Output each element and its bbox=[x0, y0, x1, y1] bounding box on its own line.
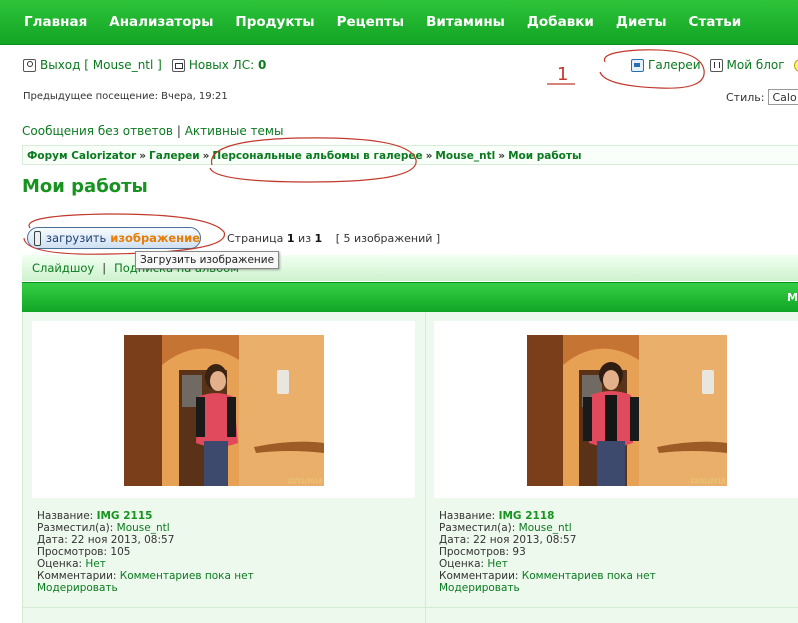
subbar-separator: | bbox=[102, 261, 107, 275]
blog-icon bbox=[709, 58, 723, 72]
style-label: Стиль: bbox=[726, 90, 765, 104]
private-messages-icon bbox=[171, 58, 185, 72]
pagination-of: из bbox=[298, 232, 312, 245]
moderate-link[interactable]: Модерировать bbox=[37, 582, 118, 594]
nav-analyzers[interactable]: Анализаторы bbox=[98, 14, 224, 30]
uploader-link[interactable]: Mouse_ntl bbox=[519, 522, 572, 534]
pagination-info: Страница 1 из 1 [ 5 изображений ] bbox=[227, 232, 440, 245]
slideshow-link[interactable]: Слайдшоу bbox=[32, 261, 94, 275]
logout-icon bbox=[23, 58, 36, 72]
image-name-link[interactable]: IMG 2115 bbox=[97, 510, 153, 522]
breadcrumb-user[interactable]: Mouse_ntl bbox=[435, 150, 495, 162]
extra-icon[interactable] bbox=[793, 58, 798, 72]
nav-articles[interactable]: Статьи bbox=[678, 14, 753, 30]
image-thumbnail[interactable]: 22/11/2013 bbox=[124, 335, 324, 486]
nav-supplements[interactable]: Добавки bbox=[516, 14, 605, 30]
unanswered-link[interactable]: Сообщения без ответов bbox=[22, 124, 173, 138]
new-pm-count[interactable]: 0 bbox=[258, 58, 266, 72]
album-header-bar: M bbox=[22, 282, 798, 313]
moderate-link[interactable]: Модерировать bbox=[439, 582, 520, 594]
thumbnail-frame: 22/11/2013 bbox=[434, 321, 798, 498]
nav-vitamins[interactable]: Витамины bbox=[415, 14, 516, 30]
image-date: 22 ноя 2013, 08:57 bbox=[473, 534, 577, 546]
pagination-current: 1 bbox=[286, 232, 295, 245]
pagination-total: 1 bbox=[314, 232, 323, 245]
quick-separator: | bbox=[176, 124, 181, 138]
breadcrumb-album[interactable]: Мои работы bbox=[508, 150, 581, 162]
user-line: Выход [ Mouse_ntl ] Новых ЛС: 0 bbox=[23, 58, 266, 72]
image-date: 22 ноя 2013, 08:57 bbox=[71, 534, 175, 546]
breadcrumb-galleries[interactable]: Галереи bbox=[149, 150, 200, 162]
image-count: [ 5 изображений ] bbox=[335, 232, 441, 245]
image-rating[interactable]: Нет bbox=[487, 558, 507, 570]
upload-image-button[interactable]: загрузить изображение bbox=[27, 227, 201, 249]
image-views: 93 bbox=[512, 546, 526, 558]
image-rating[interactable]: Нет bbox=[85, 558, 105, 570]
top-navigation: Главная Анализаторы Продукты Рецепты Вит… bbox=[0, 0, 798, 45]
breadcrumb-personal-albums[interactable]: Персональные альбомы в галерее bbox=[212, 150, 422, 162]
uploader-link[interactable]: Mouse_ntl bbox=[117, 522, 170, 534]
upload-icon bbox=[34, 230, 41, 246]
album-header-label: M bbox=[787, 291, 798, 304]
image-thumbnail[interactable]: 22/11/2013 bbox=[527, 335, 727, 486]
nav-home[interactable]: Главная bbox=[0, 14, 98, 30]
upload-tooltip: Загрузить изображение bbox=[135, 251, 280, 269]
nav-products[interactable]: Продукты bbox=[224, 14, 325, 30]
gallery-link[interactable]: Галереи bbox=[648, 58, 701, 72]
photo-date-stamp: 22/11/2013 bbox=[287, 478, 322, 485]
new-pm-link[interactable]: Новых ЛС: bbox=[189, 58, 254, 72]
style-select[interactable]: Calo bbox=[768, 89, 798, 105]
photo-woman-pink-top: 22/11/2013 bbox=[124, 335, 324, 486]
gallery-icon bbox=[631, 58, 644, 72]
quick-links: Сообщения без ответов | Активные темы bbox=[22, 124, 283, 138]
breadcrumb: Форум Calorizator» Галереи» Персональные а… bbox=[22, 145, 798, 165]
image-grid: 22/11/2013 Название: IMG 2115 Разместил(… bbox=[22, 312, 798, 623]
breadcrumb-forum[interactable]: Форум Calorizator bbox=[27, 150, 136, 162]
image-comments[interactable]: Комментариев пока нет bbox=[120, 570, 254, 582]
image-name-link[interactable]: IMG 2118 bbox=[499, 510, 555, 522]
upload-label-2: изображение bbox=[110, 231, 200, 245]
upload-label-1: загрузить bbox=[45, 231, 107, 245]
image-meta-2: Название: IMG 2118 Разместил(а): Mouse_n… bbox=[439, 510, 656, 594]
active-topics-link[interactable]: Активные темы bbox=[185, 124, 284, 138]
image-meta-1: Название: IMG 2115 Разместил(а): Mouse_n… bbox=[37, 510, 254, 594]
pagination-prefix: Страница bbox=[227, 232, 284, 245]
photo-woman-pink-top: 22/11/2013 bbox=[527, 335, 727, 486]
nav-recipes[interactable]: Рецепты bbox=[326, 14, 416, 30]
style-selector-box: Стиль: Calo bbox=[726, 89, 798, 105]
right-links: Галереи Мой блог bbox=[631, 58, 798, 72]
image-views: 105 bbox=[110, 546, 131, 558]
annotation-mark: 1 bbox=[557, 64, 568, 85]
logout-link[interactable]: Выход [ Mouse_ntl ] bbox=[40, 58, 162, 72]
blog-link[interactable]: Мой блог bbox=[727, 58, 785, 72]
page-title: Мои работы bbox=[22, 176, 148, 197]
photo-date-stamp: 22/11/2013 bbox=[690, 478, 725, 485]
previous-visit: Предыдущее посещение: Вчера, 19:21 bbox=[23, 91, 228, 102]
image-comments[interactable]: Комментариев пока нет bbox=[522, 570, 656, 582]
nav-diets[interactable]: Диеты bbox=[605, 14, 678, 30]
thumbnail-frame: 22/11/2013 bbox=[32, 321, 415, 498]
